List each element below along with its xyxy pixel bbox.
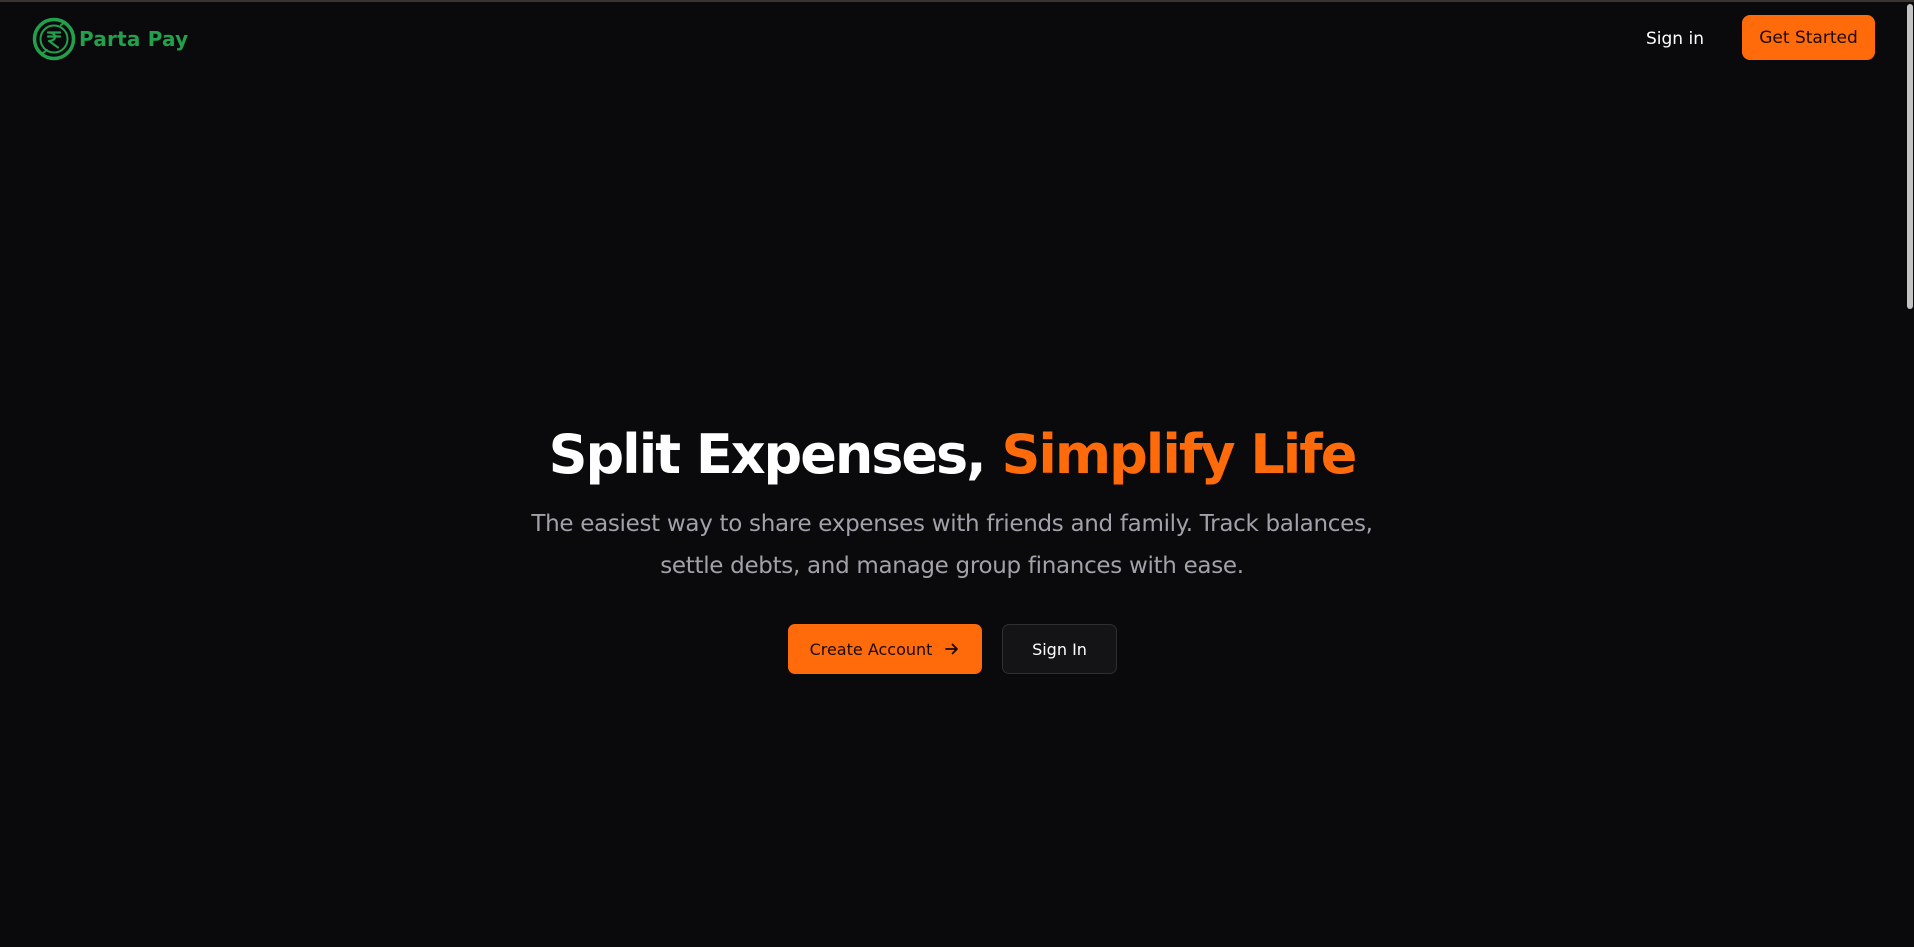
arrow-right-icon [945,643,959,655]
hero-title-accent: Simplify Life [1001,423,1357,486]
create-account-label: Create Account [809,639,933,659]
create-account-button[interactable]: Create Account [788,624,982,674]
rupee-circle-icon [32,17,76,61]
hero-signin-button[interactable]: Sign In [1002,624,1117,674]
get-started-button[interactable]: Get Started [1742,15,1875,60]
brand-logo[interactable]: Parta Pay [31,16,188,62]
hero-title: Split Expenses, Simplify Life [0,420,1904,490]
scrollbar-thumb[interactable] [1907,4,1913,309]
nav-signin-button[interactable]: Sign in [1630,24,1720,54]
hero-title-main: Split Expenses, [548,423,1002,486]
hero-subtitle: The easiest way to share expenses with f… [531,511,1373,579]
vertical-scrollbar[interactable] [1906,2,1914,947]
navbar: Parta Pay Sign in Get Started [0,2,1896,72]
brand-name: Parta Pay [79,27,189,51]
